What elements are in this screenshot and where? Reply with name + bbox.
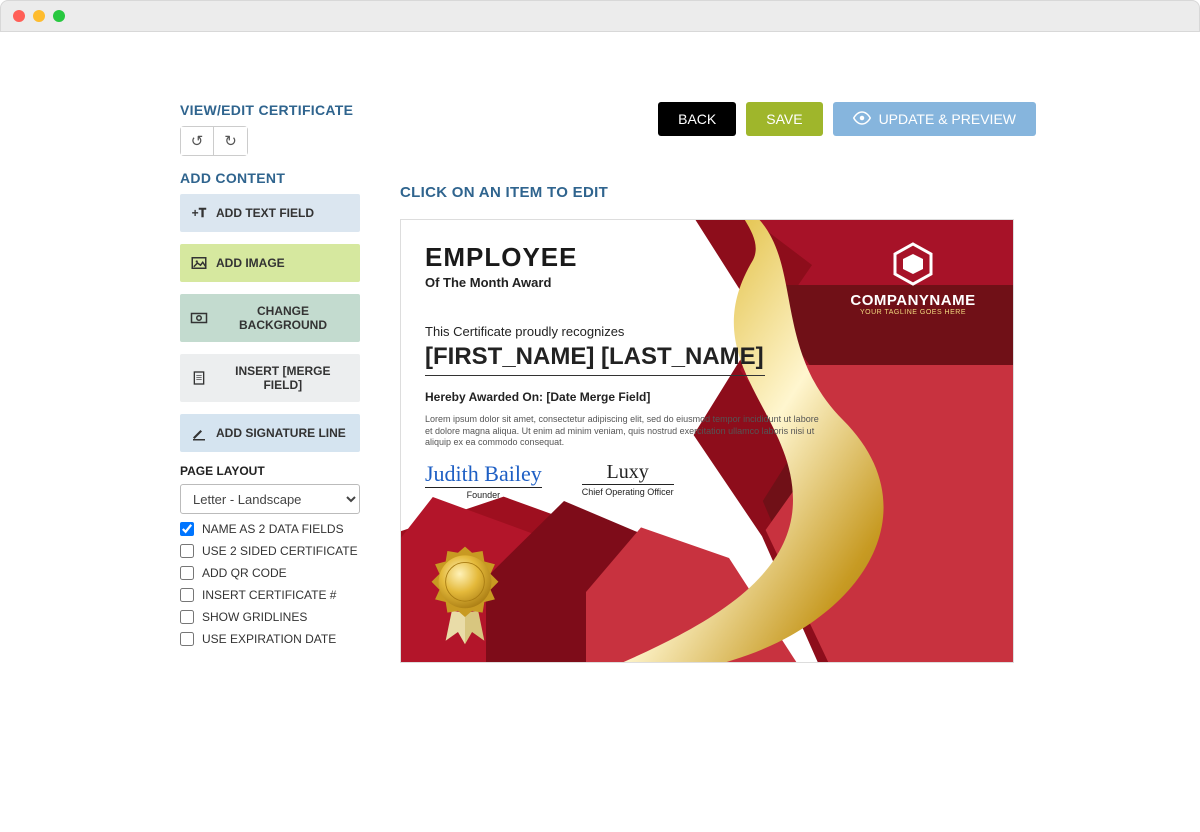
cert-text-block[interactable]: EMPLOYEE Of The Month Award This Certifi… (425, 242, 753, 500)
signatures: Judith Bailey Founder Luxy Chief Operati… (425, 461, 753, 500)
layout-option-label: USE 2 SIDED CERTIFICATE (202, 544, 358, 558)
canvas-title: CLICK ON AN ITEM TO EDIT (400, 184, 1040, 201)
add-image-button[interactable]: ADD IMAGE (180, 244, 360, 282)
undo-button[interactable]: ↺ (181, 127, 214, 155)
layout-option-label: ADD QR CODE (202, 566, 287, 580)
browser-window: VIEW/EDIT CERTIFICATE ↺ ↻ ADD CONTENT +𝐓… (0, 0, 1200, 832)
back-button[interactable]: BACK (658, 102, 736, 136)
layout-checkbox-1[interactable] (180, 544, 194, 558)
sig1-name: Judith Bailey (425, 461, 542, 487)
layout-option-label: INSERT CERTIFICATE # (202, 588, 336, 602)
layout-option-label: USE EXPIRATION DATE (202, 632, 336, 646)
layout-checkbox-5[interactable] (180, 632, 194, 646)
page-layout-select[interactable]: Letter - Landscape (180, 484, 360, 514)
layout-option-2[interactable]: ADD QR CODE (180, 566, 360, 580)
add-image-label: ADD IMAGE (216, 256, 285, 270)
cert-title[interactable]: EMPLOYEE (425, 242, 753, 273)
cert-name-field[interactable]: [FIRST_NAME] [LAST_NAME] (425, 343, 765, 376)
cert-subtitle[interactable]: Of The Month Award (425, 275, 753, 290)
sig1-role: Founder (425, 487, 542, 500)
layout-checkbox-0[interactable] (180, 522, 194, 536)
sidebar: VIEW/EDIT CERTIFICATE ↺ ↻ ADD CONTENT +𝐓… (180, 102, 360, 663)
certificate-canvas[interactable]: EMPLOYEE Of The Month Award This Certifi… (400, 219, 1014, 663)
company-tagline: YOUR TAGLINE GOES HERE (833, 309, 993, 316)
sig-label: ADD SIGNATURE LINE (216, 426, 346, 440)
layout-option-label: NAME AS 2 DATA FIELDS (202, 522, 344, 536)
text-icon: +𝐓 (190, 204, 208, 222)
layout-option-1[interactable]: USE 2 SIDED CERTIFICATE (180, 544, 360, 558)
add-content-title: ADD CONTENT (180, 170, 360, 186)
sig2-name: Luxy (582, 461, 674, 484)
signature-2[interactable]: Luxy Chief Operating Officer (582, 461, 674, 500)
gold-seal-icon (421, 540, 509, 650)
main-area: BACK SAVE UPDATE & PREVIEW CLICK ON AN I… (400, 102, 1040, 663)
layout-checkbox-2[interactable] (180, 566, 194, 580)
company-name: COMPANYNAME (833, 292, 993, 309)
layout-checkbox-4[interactable] (180, 610, 194, 624)
cert-recognizes[interactable]: This Certificate proudly recognizes (425, 324, 753, 339)
cert-body[interactable]: Lorem ipsum dolor sit amet, consectetur … (425, 414, 825, 449)
layout-option-3[interactable]: INSERT CERTIFICATE # (180, 588, 360, 602)
layout-option-4[interactable]: SHOW GRIDLINES (180, 610, 360, 624)
topbar: BACK SAVE UPDATE & PREVIEW (400, 102, 1040, 136)
undo-redo-group: ↺ ↻ (180, 126, 248, 156)
page-title: VIEW/EDIT CERTIFICATE (180, 102, 360, 118)
signature-icon (190, 424, 208, 442)
image-icon (190, 254, 208, 272)
signature-1[interactable]: Judith Bailey Founder (425, 461, 542, 500)
window-max-icon[interactable] (53, 10, 65, 22)
layout-option-label: SHOW GRIDLINES (202, 610, 307, 624)
save-button[interactable]: SAVE (746, 102, 822, 136)
cert-awarded[interactable]: Hereby Awarded On: [Date Merge Field] (425, 390, 753, 404)
insert-merge-field-button[interactable]: INSERT [MERGE FIELD] (180, 354, 360, 402)
change-bg-label: CHANGE BACKGROUND (216, 304, 350, 332)
layout-option-5[interactable]: USE EXPIRATION DATE (180, 632, 360, 646)
hex-logo-icon (891, 242, 935, 286)
window-close-icon[interactable] (13, 10, 25, 22)
company-block[interactable]: COMPANYNAME YOUR TAGLINE GOES HERE (833, 242, 993, 316)
add-text-field-button[interactable]: +𝐓 ADD TEXT FIELD (180, 194, 360, 232)
sig2-role: Chief Operating Officer (582, 484, 674, 497)
layout-checkbox-3[interactable] (180, 588, 194, 602)
background-icon (190, 309, 208, 327)
titlebar (0, 0, 1200, 32)
redo-button[interactable]: ↻ (214, 127, 247, 155)
change-background-button[interactable]: CHANGE BACKGROUND (180, 294, 360, 342)
layout-option-0[interactable]: NAME AS 2 DATA FIELDS (180, 522, 360, 536)
add-signature-line-button[interactable]: ADD SIGNATURE LINE (180, 414, 360, 452)
update-preview-button[interactable]: UPDATE & PREVIEW (833, 102, 1036, 136)
eye-icon (853, 111, 871, 128)
merge-icon (190, 369, 208, 387)
merge-label: INSERT [MERGE FIELD] (216, 364, 350, 392)
page-layout-title: PAGE LAYOUT (180, 464, 360, 478)
add-text-label: ADD TEXT FIELD (216, 206, 314, 220)
window-min-icon[interactable] (33, 10, 45, 22)
